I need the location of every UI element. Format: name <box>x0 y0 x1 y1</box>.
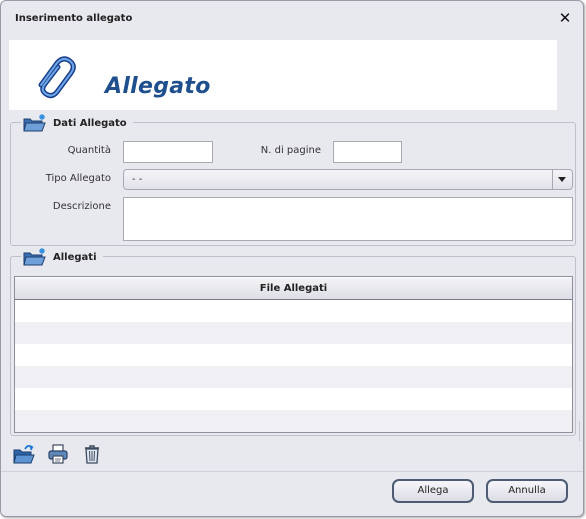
folder-new-icon <box>23 114 46 132</box>
descrizione-label: Descrizione <box>52 201 111 212</box>
tipo-allegato-select[interactable]: - - <box>123 169 573 190</box>
open-folder-icon[interactable] <box>13 443 35 465</box>
paperclip-icon <box>38 56 76 99</box>
annulla-button[interactable]: Annulla <box>486 479 568 503</box>
trash-icon[interactable] <box>81 443 103 465</box>
table-row[interactable] <box>15 388 572 410</box>
allegati-section: Allegati File Allegati <box>10 247 576 436</box>
allegati-title: Allegati <box>53 251 97 263</box>
chevron-down-icon[interactable] <box>552 170 572 189</box>
dialog-window: Inserimento allegato ✕ Allegato Dati All… <box>0 0 584 517</box>
table-row[interactable] <box>15 366 572 388</box>
table-row[interactable] <box>15 344 572 366</box>
header-banner: Allegato <box>9 40 557 110</box>
pagine-label: N. di pagine <box>260 145 321 156</box>
dialog-titlebar: Inserimento allegato ✕ <box>1 1 583 35</box>
close-icon[interactable]: ✕ <box>557 10 573 26</box>
descrizione-field[interactable] <box>123 197 573 241</box>
table-row[interactable] <box>15 410 572 432</box>
allega-button[interactable]: Allega <box>392 479 474 503</box>
dati-allegato-section: Dati Allegato Quantità N. di pagine Tipo… <box>10 113 576 246</box>
column-header-file-allegati[interactable]: File Allegati <box>15 277 572 300</box>
banner-title: Allegato <box>105 74 211 99</box>
print-icon[interactable] <box>47 443 69 465</box>
tipo-allegato-label: Tipo Allegato <box>45 173 111 184</box>
table-row[interactable] <box>15 300 572 322</box>
table-row[interactable] <box>15 322 572 344</box>
quantita-field[interactable] <box>123 141 213 163</box>
folder-new-icon <box>23 248 46 266</box>
attachment-toolbar <box>13 443 115 465</box>
pagine-field[interactable] <box>333 141 402 163</box>
divider <box>579 421 585 441</box>
dati-allegato-title: Dati Allegato <box>53 117 127 129</box>
footer-divider <box>1 471 583 472</box>
tipo-allegato-value: - - <box>132 174 143 185</box>
dati-allegato-legend: Dati Allegato <box>21 113 133 133</box>
allegati-table: File Allegati <box>14 276 573 433</box>
quantita-label: Quantità <box>67 145 111 156</box>
dialog-title: Inserimento allegato <box>15 13 133 24</box>
allegati-legend: Allegati <box>21 247 103 267</box>
